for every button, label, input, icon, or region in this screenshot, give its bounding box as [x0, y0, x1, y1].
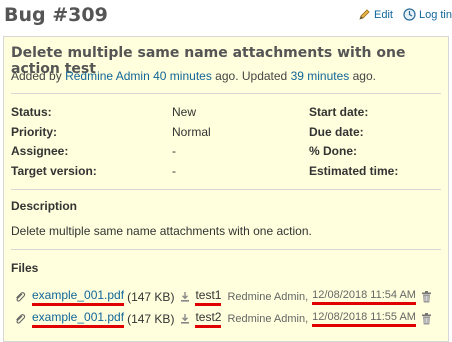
- attachment-row: example_001.pdf (147 KB) test2 Redmine A…: [14, 310, 432, 328]
- trash-icon[interactable]: [421, 291, 432, 303]
- log-time-label: Log tin: [418, 8, 452, 21]
- divider: [11, 93, 441, 94]
- attachment-size: (147 KB): [127, 312, 175, 326]
- target-version-label: Target version:: [11, 164, 97, 178]
- page-title: Bug #309: [4, 4, 108, 26]
- start-date-label: Start date:: [309, 105, 369, 119]
- clock-icon: [403, 8, 416, 21]
- issue-author-line: Added by Redmine Admin 40 minutes ago. U…: [11, 69, 376, 83]
- author-link[interactable]: Redmine Admin: [65, 69, 150, 83]
- assignee-label: Assignee:: [11, 144, 69, 158]
- target-version-value: -: [172, 164, 176, 178]
- priority-label: Priority:: [11, 125, 58, 139]
- description-heading: Description: [11, 199, 78, 213]
- edit-link[interactable]: Edit: [358, 8, 393, 21]
- attachment-author: Redmine Admin,: [227, 313, 309, 325]
- divider: [11, 189, 441, 190]
- files-heading: Files: [11, 261, 39, 275]
- paperclip-icon: [16, 292, 26, 302]
- percent-done-label: % Done:: [309, 144, 357, 158]
- status-value: New: [172, 105, 197, 119]
- description-text: Delete multiple same name attachments wi…: [11, 224, 312, 238]
- estimated-time-label: Estimated time:: [309, 164, 399, 178]
- log-time-link[interactable]: Log tin: [403, 8, 452, 21]
- attachment-link[interactable]: example_001.pdf: [32, 288, 125, 306]
- created-ago-link[interactable]: 40 minutes: [153, 69, 212, 83]
- attachment-description: test1: [195, 288, 222, 306]
- attachment-link[interactable]: example_001.pdf: [32, 310, 125, 328]
- contextual-actions: Edit Log tin: [358, 8, 452, 21]
- paperclip-icon: [16, 314, 26, 324]
- assignee-value: -: [172, 144, 176, 158]
- attachment-author: Redmine Admin,: [227, 291, 309, 303]
- edit-label: Edit: [374, 8, 393, 21]
- download-icon[interactable]: [179, 313, 191, 325]
- attachment-description: test2: [195, 310, 222, 328]
- updated-ago-link[interactable]: 39 minutes: [291, 69, 350, 83]
- updated-text: ago. Updated: [215, 69, 288, 83]
- attachment-timestamp: 12/08/2018 11:54 AM: [312, 289, 416, 305]
- attachment-row: example_001.pdf (147 KB) test1 Redmine A…: [14, 288, 432, 306]
- divider: [11, 249, 441, 250]
- trash-icon[interactable]: [421, 313, 432, 325]
- priority-value: Normal: [172, 125, 211, 139]
- due-date-label: Due date:: [309, 125, 364, 139]
- ago-suffix: ago.: [352, 69, 376, 83]
- pencil-icon: [359, 9, 370, 20]
- author-prefix: Added by: [11, 69, 62, 83]
- status-label: Status:: [11, 105, 52, 119]
- attachment-size: (147 KB): [127, 290, 175, 304]
- attachment-timestamp: 12/08/2018 11:55 AM: [312, 311, 416, 327]
- issue-box: Delete multiple same name attachments wi…: [3, 36, 449, 342]
- download-icon[interactable]: [179, 291, 191, 303]
